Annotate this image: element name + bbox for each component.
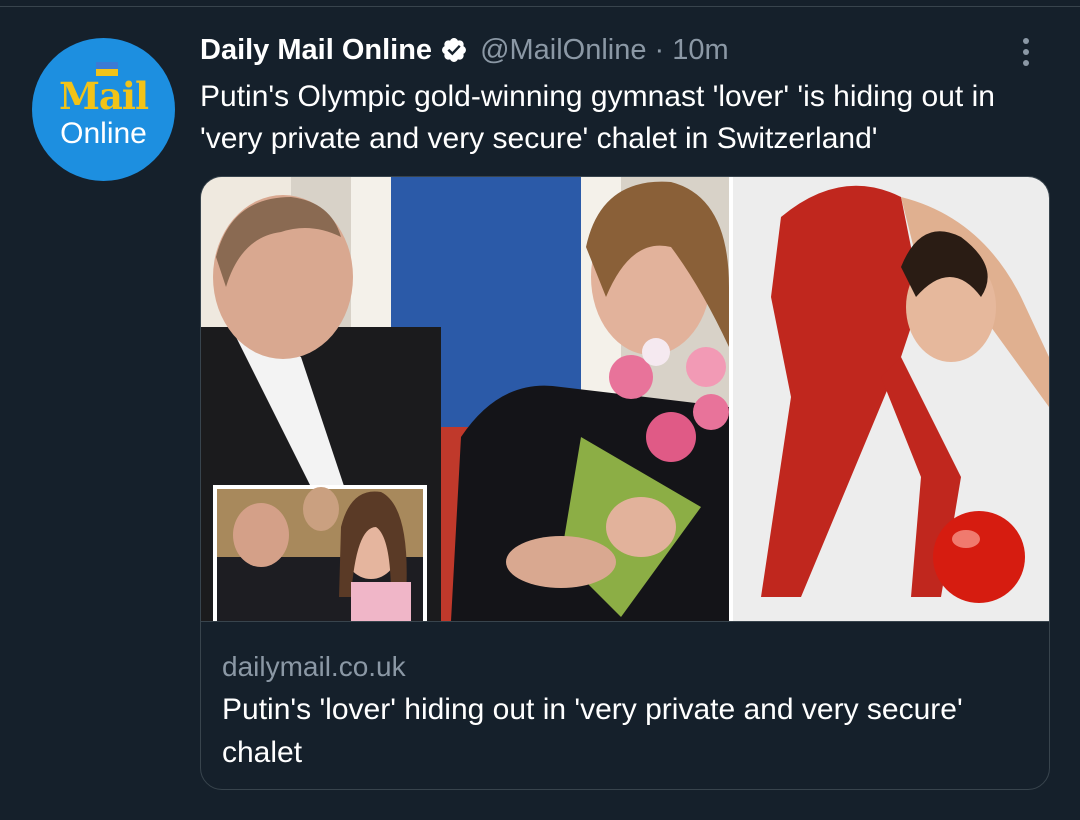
card-title: Putin's 'lover' hiding out in 'very priv… — [222, 693, 963, 769]
avatar[interactable]: Mail Online — [32, 38, 175, 181]
more-dot — [1023, 49, 1029, 55]
author-handle[interactable]: @MailOnline — [480, 34, 646, 67]
avatar-subtitle: Online — [60, 117, 147, 150]
verified-badge-icon — [442, 38, 467, 62]
avatar-logo-text: Mail — [58, 74, 149, 118]
card-meta[interactable]: dailymail.co.uk Putin's 'lover' hiding o… — [201, 621, 1049, 789]
more-dot — [1023, 60, 1029, 66]
card-image[interactable] — [201, 177, 1049, 621]
tweet[interactable]: Mail Online Daily Mail Online @MailOnlin… — [0, 0, 1080, 820]
card-domain: dailymail.co.uk — [222, 651, 406, 682]
more-dot — [1023, 38, 1029, 44]
tweet-header: Daily Mail Online @MailOnline · 10m — [200, 30, 729, 70]
separator-dot: · — [654, 33, 665, 66]
author-name[interactable]: Daily Mail Online — [200, 34, 432, 67]
tweet-timestamp[interactable]: 10m — [672, 34, 728, 67]
more-options-icon[interactable] — [1008, 34, 1044, 70]
link-card[interactable]: dailymail.co.uk Putin's 'lover' hiding o… — [200, 176, 1050, 790]
card-photo-collage — [201, 177, 1049, 621]
tweet-text: Putin's Olympic gold-winning gymnast 'lo… — [200, 80, 995, 155]
